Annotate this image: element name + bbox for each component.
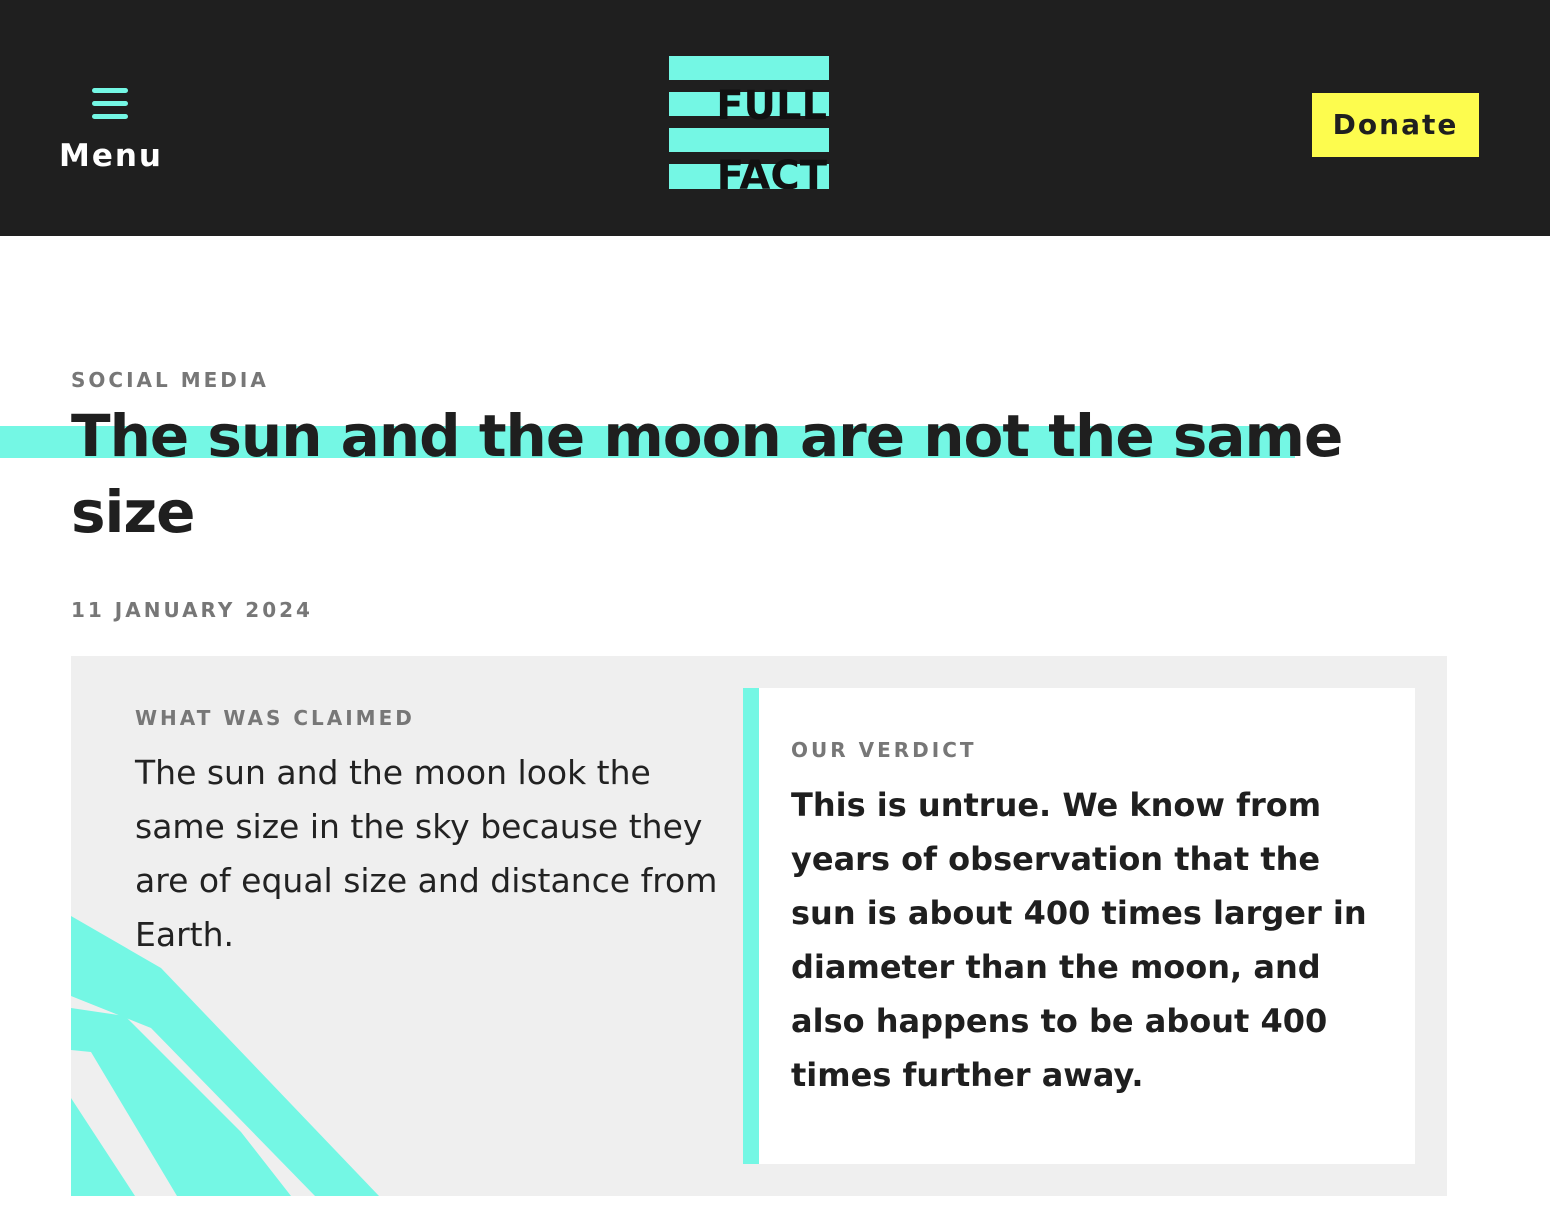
verdict-text: This is untrue. We know from years of ob… <box>791 786 1367 1094</box>
article-date: 11 JANUARY 2024 <box>71 598 313 622</box>
claim-label: WHAT WAS CLAIMED <box>135 706 415 730</box>
menu-button[interactable]: Menu <box>52 80 170 180</box>
claim-verdict-card: WHAT WAS CLAIMED The sun and the moon lo… <box>71 656 1447 1196</box>
site-header: Menu FULL FACT Donate <box>0 0 1550 236</box>
article-category[interactable]: SOCIAL MEDIA <box>71 366 269 394</box>
hamburger-icon <box>92 88 128 120</box>
full-fact-logo[interactable]: FULL FACT <box>669 56 829 189</box>
logo-text-fact: FACT <box>717 153 828 189</box>
claim-text: The sun and the moon look the same size … <box>135 753 718 954</box>
logo-text-full: FULL <box>716 83 827 129</box>
verdict-label: OUR VERDICT <box>791 738 977 762</box>
donate-button[interactable]: Donate <box>1312 93 1479 157</box>
verdict-box: OUR VERDICT This is untrue. We know from… <box>743 688 1415 1164</box>
page-title: The sun and the moon are not the same si… <box>71 402 1343 546</box>
menu-label: Menu <box>58 138 163 174</box>
verdict-accent-bar <box>743 688 759 1164</box>
